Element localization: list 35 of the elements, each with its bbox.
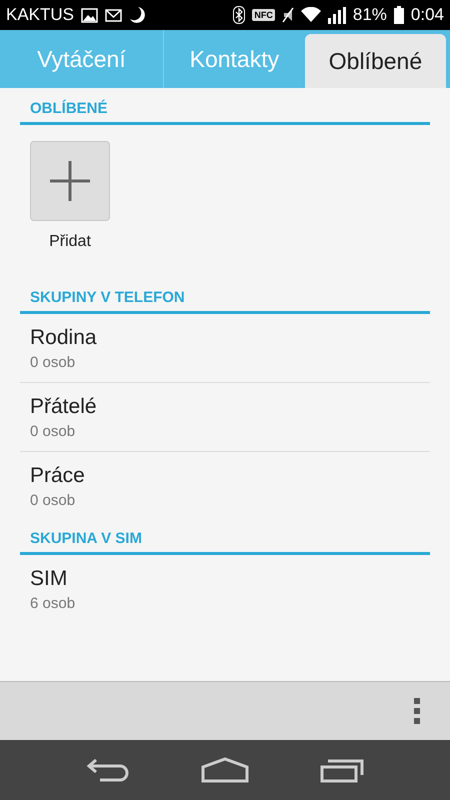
nfc-badge: NFC bbox=[252, 9, 275, 21]
battery-percent: 81% bbox=[352, 5, 387, 25]
group-name: Rodina bbox=[30, 326, 98, 350]
group-row[interactable]: SIM 6 osob bbox=[20, 555, 430, 623]
carrier-name: KAKTUS bbox=[6, 5, 74, 25]
signal-icon bbox=[328, 6, 346, 24]
overflow-menu-icon[interactable] bbox=[414, 698, 420, 724]
add-label: Přidat bbox=[49, 233, 91, 251]
add-button[interactable] bbox=[30, 141, 110, 221]
battery-icon bbox=[394, 6, 404, 24]
member-count: 0 osob bbox=[30, 354, 76, 371]
group-name: Přátelé bbox=[30, 395, 98, 419]
section-heading: SKUPINA V SIM bbox=[20, 520, 430, 555]
member-count: 0 osob bbox=[30, 423, 76, 440]
tab[interactable]: Oblíbené bbox=[304, 34, 446, 88]
back-icon[interactable] bbox=[86, 757, 130, 783]
recent-apps-icon[interactable] bbox=[320, 757, 364, 783]
group-row[interactable]: Rodina 0 osob bbox=[20, 314, 430, 382]
group-name: SIM bbox=[30, 567, 68, 591]
member-count: 0 osob bbox=[30, 492, 76, 509]
home-icon[interactable] bbox=[200, 757, 249, 783]
moon-icon bbox=[129, 6, 146, 24]
group-row[interactable]: Přátelé 0 osob bbox=[20, 382, 430, 451]
member-count: 6 osob bbox=[30, 595, 76, 612]
muted-icon bbox=[282, 7, 294, 23]
image-icon bbox=[81, 8, 98, 22]
group-row[interactable]: Práce 0 osob bbox=[20, 451, 430, 520]
section-heading: SKUPINY V TELEFON bbox=[20, 289, 430, 314]
bluetooth-icon bbox=[233, 6, 246, 24]
clock-time: 0:04 bbox=[410, 5, 444, 25]
section-heading: OBLÍBENÉ bbox=[20, 88, 430, 125]
mail-icon bbox=[105, 8, 122, 22]
group-name: Práce bbox=[30, 464, 86, 488]
wifi-icon bbox=[300, 7, 321, 23]
plus-icon bbox=[50, 161, 90, 201]
